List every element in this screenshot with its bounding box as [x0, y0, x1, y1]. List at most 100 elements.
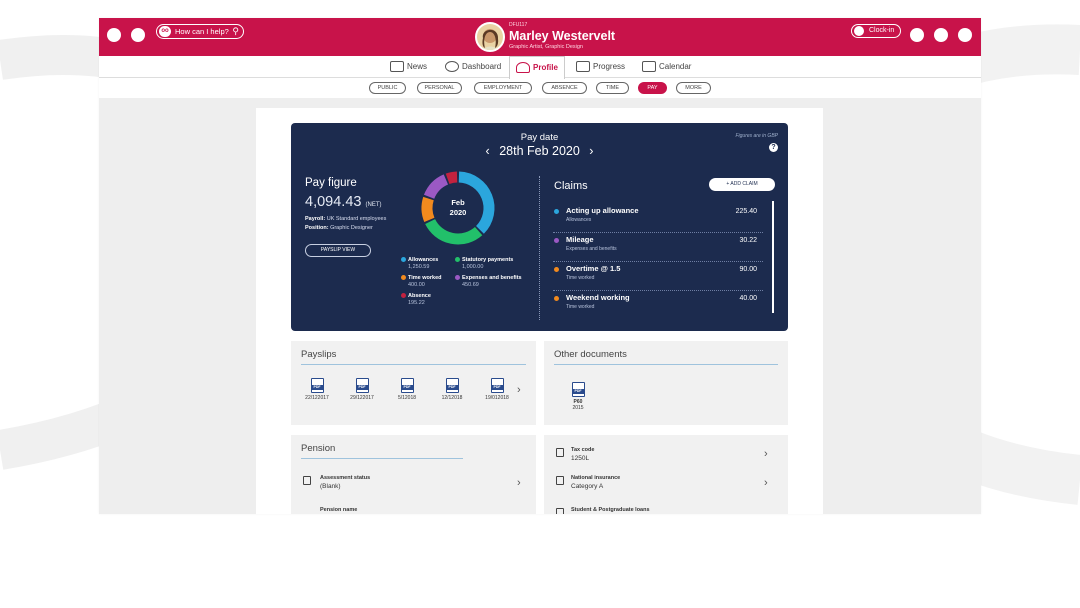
claim-name: Mileage — [566, 235, 594, 244]
payslip-date: 19/012018 — [485, 395, 509, 401]
other-documents-panel: Other documents PDF P60 2015 — [544, 341, 788, 425]
avatar[interactable] — [475, 22, 505, 52]
payslip-view-button[interactable]: PAYSLIP VIEW — [305, 244, 371, 257]
donut-slice-time-worked — [421, 196, 435, 222]
help-search-field[interactable]: oo How can I help? ⚲ — [156, 24, 244, 39]
next-date-chevron-icon[interactable]: › — [589, 144, 593, 158]
p60-document[interactable]: PDF P60 2015 — [558, 382, 598, 411]
pill-personal[interactable]: PERSONAL — [417, 82, 462, 94]
notifications-bell-icon[interactable] — [910, 28, 924, 42]
claim-dot — [554, 209, 559, 214]
document-status-icon — [303, 476, 311, 485]
pdf-file-icon: PDF — [445, 378, 459, 393]
user-role: Graphic Artist, Graphic Design — [509, 44, 583, 50]
panel-divider — [539, 176, 540, 320]
position-line: Position: Graphic Designer — [305, 225, 373, 231]
claim-dot — [554, 267, 559, 272]
add-claim-button[interactable]: + ADD CLAIM — [709, 178, 775, 191]
tax-row[interactable]: National insurance Category A — [571, 475, 620, 490]
tax-row[interactable]: Tax code 1250L — [571, 447, 594, 462]
payslip-document[interactable]: PDF 12/12018 — [432, 378, 472, 401]
pay-summary-panel: Pay date ‹ 28th Feb 2020 › Figures are i… — [291, 123, 788, 331]
tab-dashboard-label: Dashboard — [462, 62, 502, 71]
tab-news[interactable]: News — [390, 60, 427, 74]
pdf-file-icon: PDF — [310, 378, 324, 393]
tab-calendar[interactable]: Calendar — [642, 60, 691, 74]
payslip-document[interactable]: PDF 5/12018 — [387, 378, 427, 401]
legend-label: Allowances — [408, 257, 439, 263]
pill-pay[interactable]: PAY — [638, 82, 667, 94]
claim-item[interactable]: Mileage Expenses and benefits 30.22 — [553, 233, 763, 262]
clock-in-button[interactable]: Clock-in — [851, 24, 901, 38]
legend-statutory: Statutory payments 1,000.00 — [455, 257, 513, 270]
legend-label: Expenses and benefits — [462, 275, 522, 281]
chevron-right-icon[interactable]: › — [517, 384, 521, 396]
legend-value: 195.22 — [408, 299, 425, 306]
clock-icon — [854, 26, 864, 36]
legend-absence: Absence 195.22 — [401, 293, 431, 306]
prev-date-chevron-icon[interactable]: ‹ — [486, 144, 490, 158]
chevron-right-icon[interactable]: › — [764, 448, 768, 460]
pdf-file-icon: PDF — [490, 378, 504, 393]
claim-category: Allowances — [566, 217, 592, 223]
payslip-document[interactable]: PDF 22/122017 — [297, 378, 337, 401]
pension-row-label: Pension name — [320, 507, 358, 513]
payslip-document[interactable]: PDF 29/122017 — [342, 378, 382, 401]
payroll-label: Payroll: — [305, 216, 326, 222]
pill-time[interactable]: TIME — [596, 82, 629, 94]
main-nav: News Dashboard Profile Progress Calendar — [99, 56, 981, 79]
tab-dashboard[interactable]: Dashboard — [445, 60, 501, 74]
messages-icon[interactable] — [934, 28, 948, 42]
search-icon[interactable]: ⚲ — [232, 25, 239, 38]
legend-label: Time worked — [408, 275, 442, 281]
claims-scrollbar[interactable] — [772, 201, 774, 313]
claim-item[interactable]: Weekend working Time worked 40.00 — [553, 291, 763, 313]
tax-row[interactable]: Student & Postgraduate loans — [571, 507, 650, 513]
claim-amount: 225.40 — [735, 208, 757, 215]
tax-panel: Tax code 1250L › National insurance Catego… — [544, 435, 788, 514]
chart-icon — [576, 61, 590, 73]
claim-category: Time worked — [566, 304, 595, 310]
claim-item[interactable]: Acting up allowance Allowances 225.40 — [553, 204, 763, 233]
claims-list[interactable]: Acting up allowance Allowances 225.40 Mile… — [553, 204, 763, 313]
settings-gear-icon[interactable] — [958, 28, 972, 42]
title-underline — [301, 458, 463, 459]
pdf-badge: PDF — [355, 385, 369, 390]
pdf-file-icon: PDF — [355, 378, 369, 393]
pay-card: Pay date ‹ 28th Feb 2020 › Figures are i… — [256, 108, 823, 514]
pension-row: Pension name — [320, 507, 357, 513]
payslip-document[interactable]: PDF 19/012018 — [477, 378, 517, 401]
chevron-right-icon[interactable]: › — [517, 477, 521, 489]
claim-item[interactable]: Overtime @ 1.5 Time worked 90.00 — [553, 262, 763, 291]
pension-row-label: Assessment status — [320, 475, 371, 481]
help-question-icon[interactable]: ? — [769, 143, 778, 152]
content-area: Pay date ‹ 28th Feb 2020 › Figures are i… — [99, 98, 981, 514]
pill-absence[interactable]: ABSENCE — [542, 82, 587, 94]
home-icon[interactable] — [131, 28, 145, 42]
payroll-line: Payroll: UK Standard employees — [305, 216, 386, 222]
pdf-badge: PDF — [310, 385, 324, 390]
pill-more[interactable]: MORE — [676, 82, 711, 94]
pay-figure-amount: 4,094.43 — [305, 194, 362, 210]
claim-category: Time worked — [566, 275, 595, 281]
claim-category: Expenses and benefits — [566, 246, 617, 252]
legend-dot — [455, 257, 460, 263]
claim-name: Weekend working — [566, 293, 630, 302]
calendar-icon — [642, 61, 656, 73]
pay-figure-value: 4,094.43 (NET) — [305, 194, 381, 210]
legend-dot — [401, 257, 406, 263]
tab-progress[interactable]: Progress — [576, 60, 625, 74]
chevron-right-icon[interactable]: › — [764, 477, 768, 489]
figures-currency-note: Figures are in GBP — [735, 133, 778, 139]
pension-row-value: (Blank) — [320, 483, 341, 490]
menu-icon[interactable] — [107, 28, 121, 42]
pill-public[interactable]: PUBLIC — [369, 82, 406, 94]
top-bar: oo How can I help? ⚲ DFU117 Marley Weste… — [99, 18, 981, 56]
donut-slice-statutory-payments — [425, 218, 483, 245]
tax-row-value: Category A — [571, 483, 604, 490]
pay-breakdown-donut: Feb 2020 — [421, 171, 495, 245]
pill-employment[interactable]: EMPLOYMENT — [474, 82, 532, 94]
donut-center-year: 2020 — [450, 208, 467, 217]
tab-progress-label: Progress — [593, 62, 626, 71]
tab-profile[interactable]: Profile — [509, 56, 565, 79]
